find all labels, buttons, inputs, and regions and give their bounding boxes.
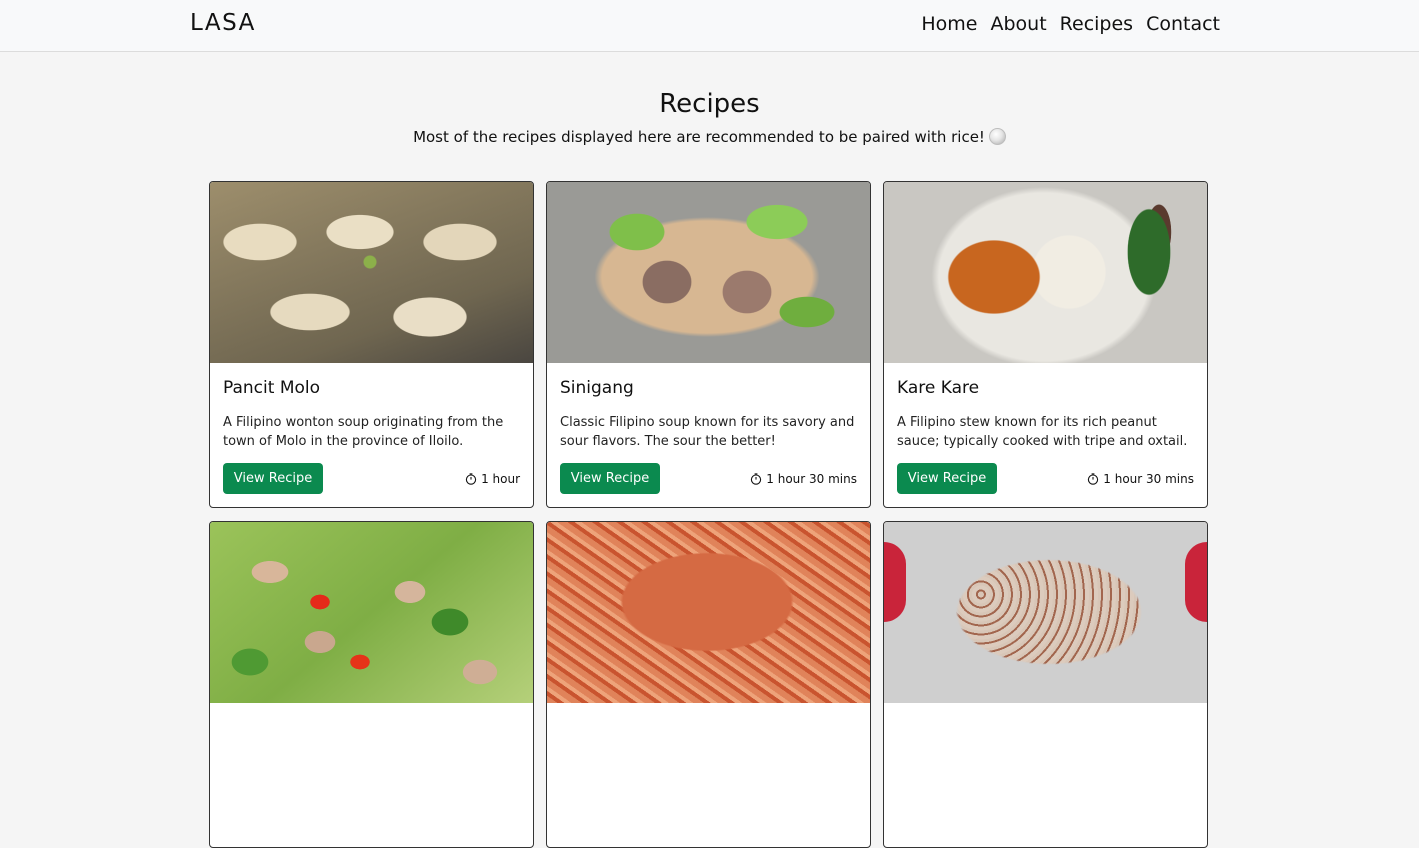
recipe-card: Sinigang Classic Filipino soup known for… bbox=[546, 181, 871, 508]
recipe-time: 1 hour bbox=[465, 472, 520, 486]
recipe-image bbox=[210, 182, 533, 363]
recipe-card bbox=[209, 521, 534, 848]
recipe-image bbox=[547, 182, 870, 363]
timer-icon bbox=[751, 472, 762, 485]
recipe-time: 1 hour 30 mins bbox=[750, 472, 857, 486]
recipe-image bbox=[210, 522, 533, 703]
recipe-title: Sinigang bbox=[560, 378, 634, 398]
page-title: Recipes bbox=[659, 89, 760, 119]
recipe-card: Pancit Molo A Filipino wonton soup origi… bbox=[209, 181, 534, 508]
brand-logo[interactable]: LASA bbox=[190, 10, 256, 36]
page-subtitle: Most of the recipes displayed here are r… bbox=[0, 128, 1419, 146]
recipe-title: Pancit Molo bbox=[223, 378, 321, 398]
nav-link-recipes[interactable]: Recipes bbox=[1060, 13, 1133, 35]
recipe-card bbox=[883, 521, 1208, 848]
timer-icon bbox=[1088, 472, 1099, 485]
timer-icon bbox=[465, 472, 477, 485]
recipe-description: A Filipino stew known for its rich peanu… bbox=[897, 415, 1188, 449]
recipe-image bbox=[884, 182, 1207, 363]
recipe-time: 1 hour 30 mins bbox=[1087, 472, 1194, 486]
recipe-description: A Filipino wonton soup originating from … bbox=[223, 415, 504, 449]
recipe-image bbox=[547, 522, 870, 703]
recipe-card bbox=[546, 521, 871, 848]
nav-link-about[interactable]: About bbox=[990, 13, 1046, 35]
recipe-time-label: 1 hour 30 mins bbox=[766, 471, 857, 486]
recipe-grid: Pancit Molo A Filipino wonton soup origi… bbox=[209, 181, 1208, 848]
recipe-time-label: 1 hour 30 mins bbox=[1103, 471, 1194, 486]
nav-link-home[interactable]: Home bbox=[921, 13, 977, 35]
view-recipe-button[interactable]: View Recipe bbox=[223, 463, 323, 494]
recipe-image bbox=[884, 522, 1207, 703]
rice-icon bbox=[988, 128, 1006, 145]
recipe-title: Kare Kare bbox=[897, 378, 980, 398]
recipe-description: Classic Filipino soup known for its savo… bbox=[560, 415, 855, 449]
recipe-time-label: 1 hour bbox=[481, 471, 520, 486]
navbar: LASA Home About Recipes Contact bbox=[0, 0, 1419, 52]
nav-links: Home About Recipes Contact bbox=[921, 13, 1220, 35]
nav-link-contact[interactable]: Contact bbox=[1146, 13, 1220, 35]
page-subtitle-text: Most of the recipes displayed here are r… bbox=[413, 128, 985, 146]
view-recipe-button[interactable]: View Recipe bbox=[560, 463, 660, 494]
recipe-card: Kare Kare A Filipino stew known for its … bbox=[883, 181, 1208, 508]
view-recipe-button[interactable]: View Recipe bbox=[897, 463, 997, 494]
